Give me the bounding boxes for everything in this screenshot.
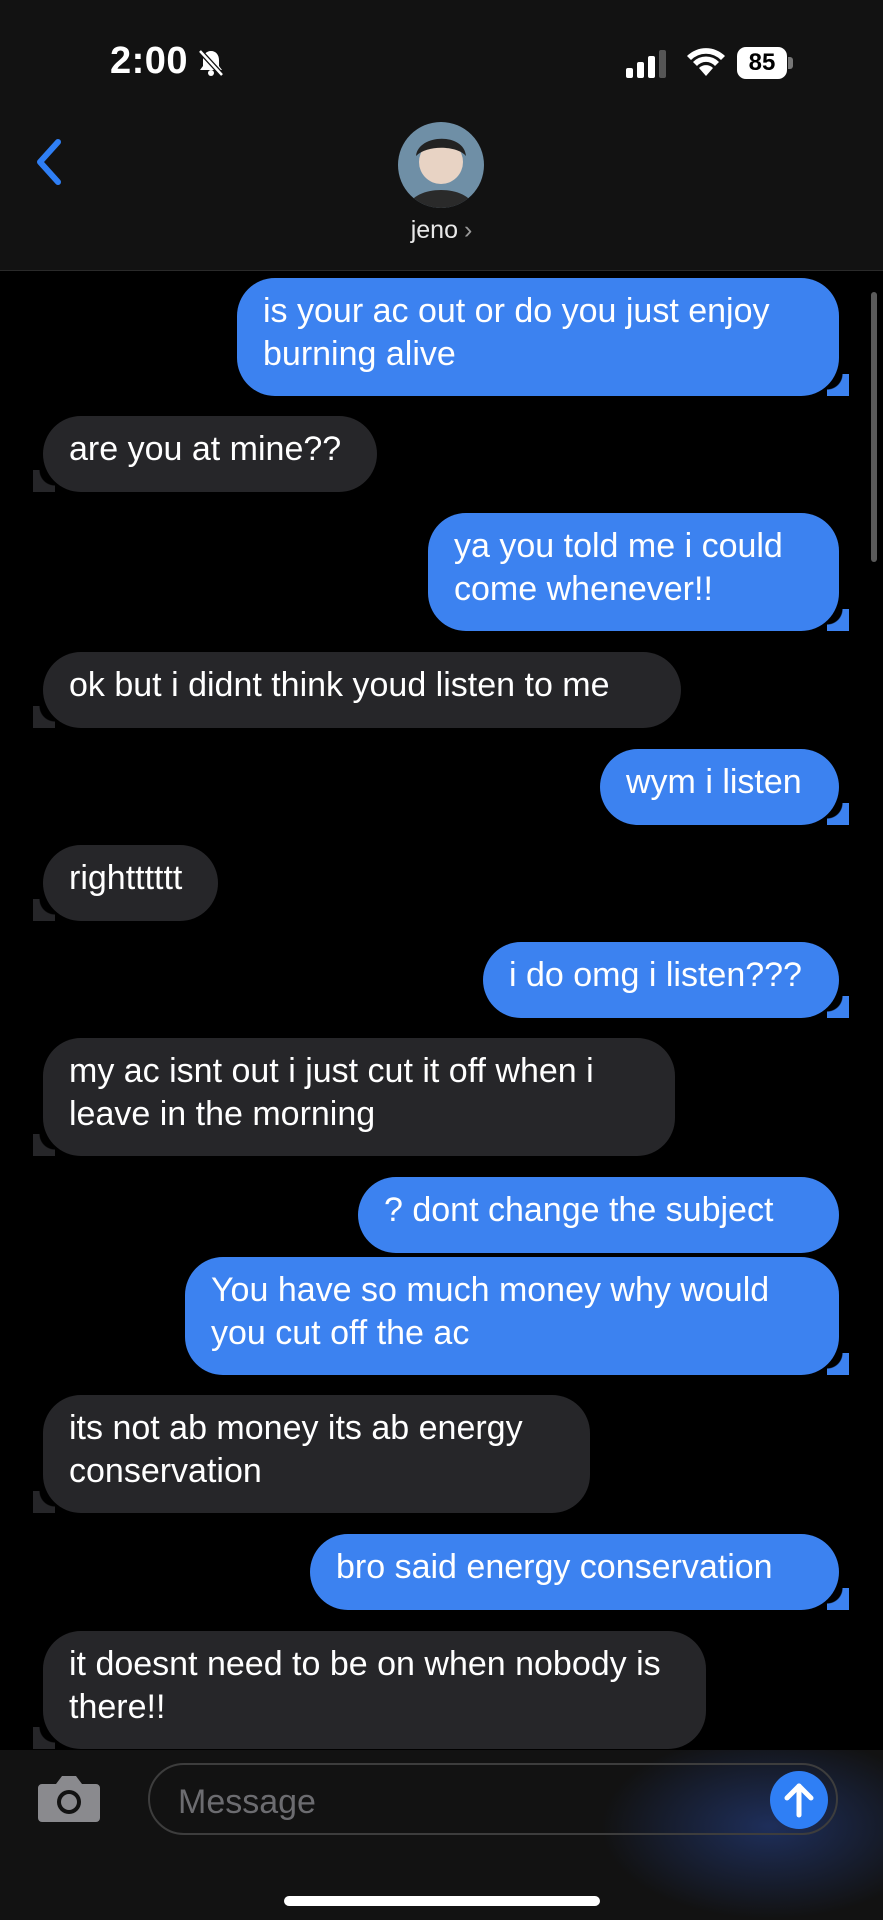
message-thread[interactable]: is your ac out or do you just enjoy burn… bbox=[0, 271, 883, 1750]
chevron-right-icon: › bbox=[463, 216, 473, 244]
outgoing-message[interactable]: bro said energy conservation bbox=[310, 1534, 849, 1610]
battery-level: 85 bbox=[737, 47, 787, 79]
scrollbar[interactable] bbox=[871, 292, 877, 562]
contact-name: jeno bbox=[410, 216, 458, 244]
message-placeholder: Message bbox=[178, 1783, 316, 1821]
outgoing-message[interactable]: ya you told me i could come whenever!! bbox=[428, 513, 849, 631]
status-time: 2:00 bbox=[110, 40, 189, 82]
incoming-message[interactable]: rightttttt bbox=[33, 845, 218, 921]
bell-slash-icon bbox=[198, 49, 224, 77]
incoming-message[interactable]: its not ab money its ab energy conservat… bbox=[33, 1395, 590, 1513]
outgoing-message[interactable]: wym i listen bbox=[600, 749, 849, 825]
avatar-image bbox=[398, 122, 484, 208]
home-indicator bbox=[284, 1896, 600, 1906]
contact-name-button[interactable]: jeno › bbox=[0, 216, 883, 245]
outgoing-message[interactable]: i do omg i listen??? bbox=[483, 942, 849, 1018]
status-bar: 2:00 85 bbox=[0, 0, 883, 120]
outgoing-message[interactable]: ? dont change the subject bbox=[358, 1177, 839, 1253]
battery-nub bbox=[788, 57, 793, 69]
message-input[interactable]: Message bbox=[148, 1763, 838, 1835]
chevron-left-icon[interactable] bbox=[30, 130, 70, 190]
battery-indicator: 85 bbox=[737, 47, 793, 79]
contact-avatar[interactable] bbox=[398, 122, 484, 208]
outgoing-message[interactable]: is your ac out or do you just enjoy burn… bbox=[237, 278, 849, 396]
composer-bar: Message bbox=[0, 1750, 883, 1920]
wifi-icon bbox=[687, 48, 725, 76]
conversation-header: jeno › bbox=[0, 120, 883, 271]
incoming-message[interactable]: ok but i didnt think youd listen to me bbox=[33, 652, 681, 728]
incoming-message[interactable]: it doesnt need to be on when nobody is t… bbox=[33, 1631, 706, 1749]
incoming-message[interactable]: are you at mine?? bbox=[33, 416, 377, 492]
incoming-message[interactable]: my ac isnt out i just cut it off when i … bbox=[33, 1038, 675, 1156]
cellular-signal-icon bbox=[626, 50, 666, 78]
arrow-up-icon bbox=[784, 1783, 814, 1818]
send-button[interactable] bbox=[770, 1771, 828, 1829]
outgoing-message[interactable]: You have so much money why would you cut… bbox=[185, 1257, 849, 1375]
camera-icon[interactable] bbox=[36, 1770, 102, 1826]
